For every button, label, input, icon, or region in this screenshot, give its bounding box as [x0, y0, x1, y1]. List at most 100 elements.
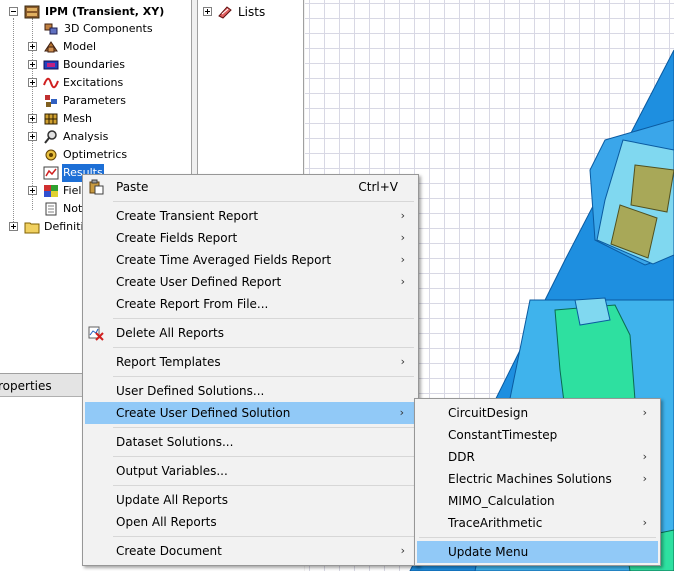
update-menu-menu-item[interactable]: Update Menu [417, 541, 658, 563]
tree-item-root[interactable]: IPM (Transient, XY) [0, 3, 190, 21]
menu-item-label: Dataset Solutions... [116, 435, 234, 449]
menu-item-label: Update All Reports [116, 493, 228, 507]
electric-machines-solutions-menu-item[interactable]: Electric Machines Solutions › [417, 468, 658, 490]
results-icon [43, 166, 59, 180]
menu-item-label: Create Document [116, 544, 222, 558]
menu-item-shortcut: Ctrl+V [358, 180, 398, 194]
submenu-arrow-icon: › [400, 275, 405, 288]
magnet-slot [574, 297, 611, 326]
tree-item-label: Fiel [63, 184, 82, 197]
model-icon [44, 41, 58, 53]
lists-icon [218, 6, 232, 19]
tree-item-label: Boundaries [63, 58, 126, 71]
tree-item-analysis[interactable]: Analysis [0, 128, 190, 146]
tree-item-boundaries[interactable]: Boundaries [0, 56, 190, 74]
create-user-defined-solution-menu-item[interactable]: Create User Defined Solution › [85, 402, 416, 424]
submenu-arrow-icon: › [642, 516, 647, 529]
excitations-icon [43, 77, 59, 89]
tree-item-label: Mesh [63, 112, 92, 125]
folder-icon [24, 222, 40, 234]
analysis-icon [44, 130, 57, 144]
tree-item-label: Model [63, 40, 97, 53]
menu-item-label: MIMO_Calculation [448, 494, 555, 508]
tree-item-label: Not [63, 202, 83, 215]
tree-item-label: Definiti [44, 220, 84, 233]
circuit-design-menu-item[interactable]: CircuitDesign › [417, 402, 658, 424]
tree-item-label: Analysis [63, 130, 109, 143]
open-all-reports-menu-item[interactable]: Open All Reports [85, 511, 416, 533]
tree-item-label: Parameters [63, 94, 126, 107]
tree-item-lists[interactable]: Lists [198, 3, 298, 21]
menu-item-label: Open All Reports [116, 515, 217, 529]
report-templates-menu-item[interactable]: Report Templates › [85, 351, 416, 373]
submenu-arrow-icon: › [642, 450, 647, 463]
menu-item-label: Output Variables... [116, 464, 228, 478]
tree-item-model[interactable]: Model [0, 38, 190, 56]
expand-toggle[interactable] [28, 78, 37, 87]
boundaries-icon [43, 60, 59, 70]
expand-toggle[interactable] [28, 114, 37, 123]
tree-item-parameters[interactable]: Parameters [0, 92, 190, 110]
mesh-icon [44, 113, 58, 125]
submenu-arrow-icon: › [400, 253, 405, 266]
expand-toggle[interactable] [9, 222, 18, 231]
paste-icon [89, 179, 104, 195]
expand-toggle[interactable] [28, 60, 37, 69]
menu-separator [113, 536, 414, 537]
user-defined-solutions-menu-item[interactable]: User Defined Solutions... [85, 380, 416, 402]
tree-item-3d-components[interactable]: 3D Components [0, 20, 190, 38]
mimo-calculation-menu-item[interactable]: MIMO_Calculation [417, 490, 658, 512]
create-fields-report-menu-item[interactable]: Create Fields Report › [85, 227, 416, 249]
tree-item-optimetrics[interactable]: Optimetrics [0, 146, 190, 164]
menu-item-label: DDR [448, 450, 475, 464]
parameters-icon [45, 95, 57, 107]
tree-item-label: Lists [238, 5, 266, 19]
menu-item-label: Create Fields Report [116, 231, 238, 245]
menu-item-label: Delete All Reports [116, 326, 224, 340]
ddr-menu-item[interactable]: DDR › [417, 446, 658, 468]
collapse-toggle[interactable] [9, 7, 18, 16]
output-variables-menu-item[interactable]: Output Variables... [85, 460, 416, 482]
expand-toggle[interactable] [28, 42, 37, 51]
user-defined-solution-submenu: CircuitDesign › ConstantTimestep DDR › E… [414, 398, 661, 566]
magnet [630, 164, 674, 213]
paste-menu-item[interactable]: Paste Ctrl+V [85, 176, 416, 198]
dataset-solutions-menu-item[interactable]: Dataset Solutions... [85, 431, 416, 453]
submenu-arrow-icon: › [400, 231, 405, 244]
menu-separator [113, 485, 414, 486]
create-time-averaged-fields-report-menu-item[interactable]: Create Time Averaged Fields Report › [85, 249, 416, 271]
create-user-defined-report-menu-item[interactable]: Create User Defined Report › [85, 271, 416, 293]
menu-separator [113, 347, 414, 348]
expand-toggle[interactable] [203, 7, 212, 16]
3d-components-icon [44, 23, 58, 35]
constant-timestep-menu-item[interactable]: ConstantTimestep [417, 424, 658, 446]
results-context-menu: Paste Ctrl+V Create Transient Report › C… [82, 174, 419, 566]
design-icon [24, 5, 40, 19]
menu-item-label: Create Transient Report [116, 209, 259, 223]
delete-all-reports-menu-item[interactable]: Delete All Reports [85, 322, 416, 344]
menu-item-label: Electric Machines Solutions [448, 472, 612, 486]
create-document-menu-item[interactable]: Create Document › [85, 540, 416, 562]
create-report-from-file-menu-item[interactable]: Create Report From File... [85, 293, 416, 315]
expand-toggle[interactable] [28, 186, 37, 195]
create-transient-report-menu-item[interactable]: Create Transient Report › [85, 205, 416, 227]
tree-item-mesh[interactable]: Mesh [0, 110, 190, 128]
submenu-arrow-icon: › [642, 406, 647, 419]
notes-icon [45, 202, 57, 216]
tree-item-label: Excitations [63, 76, 124, 89]
tree-item-excitations[interactable]: Excitations [0, 74, 190, 92]
menu-item-label: Paste [116, 180, 149, 194]
menu-item-label: TraceArithmetic [448, 516, 543, 530]
expand-toggle[interactable] [28, 132, 37, 141]
trace-arithmetic-menu-item[interactable]: TraceArithmetic › [417, 512, 658, 534]
menu-item-label: Create User Defined Solution [116, 406, 291, 420]
submenu-arrow-icon: › [400, 209, 405, 222]
menu-item-label: Update Menu [448, 545, 529, 559]
submenu-arrow-icon: › [642, 472, 647, 485]
optimetrics-icon [45, 149, 57, 161]
tree-item-label: Optimetrics [63, 148, 128, 161]
field-overlays-icon [44, 185, 58, 197]
update-all-reports-menu-item[interactable]: Update All Reports [85, 489, 416, 511]
menu-item-label: User Defined Solutions... [116, 384, 265, 398]
submenu-arrow-icon: › [400, 544, 405, 557]
